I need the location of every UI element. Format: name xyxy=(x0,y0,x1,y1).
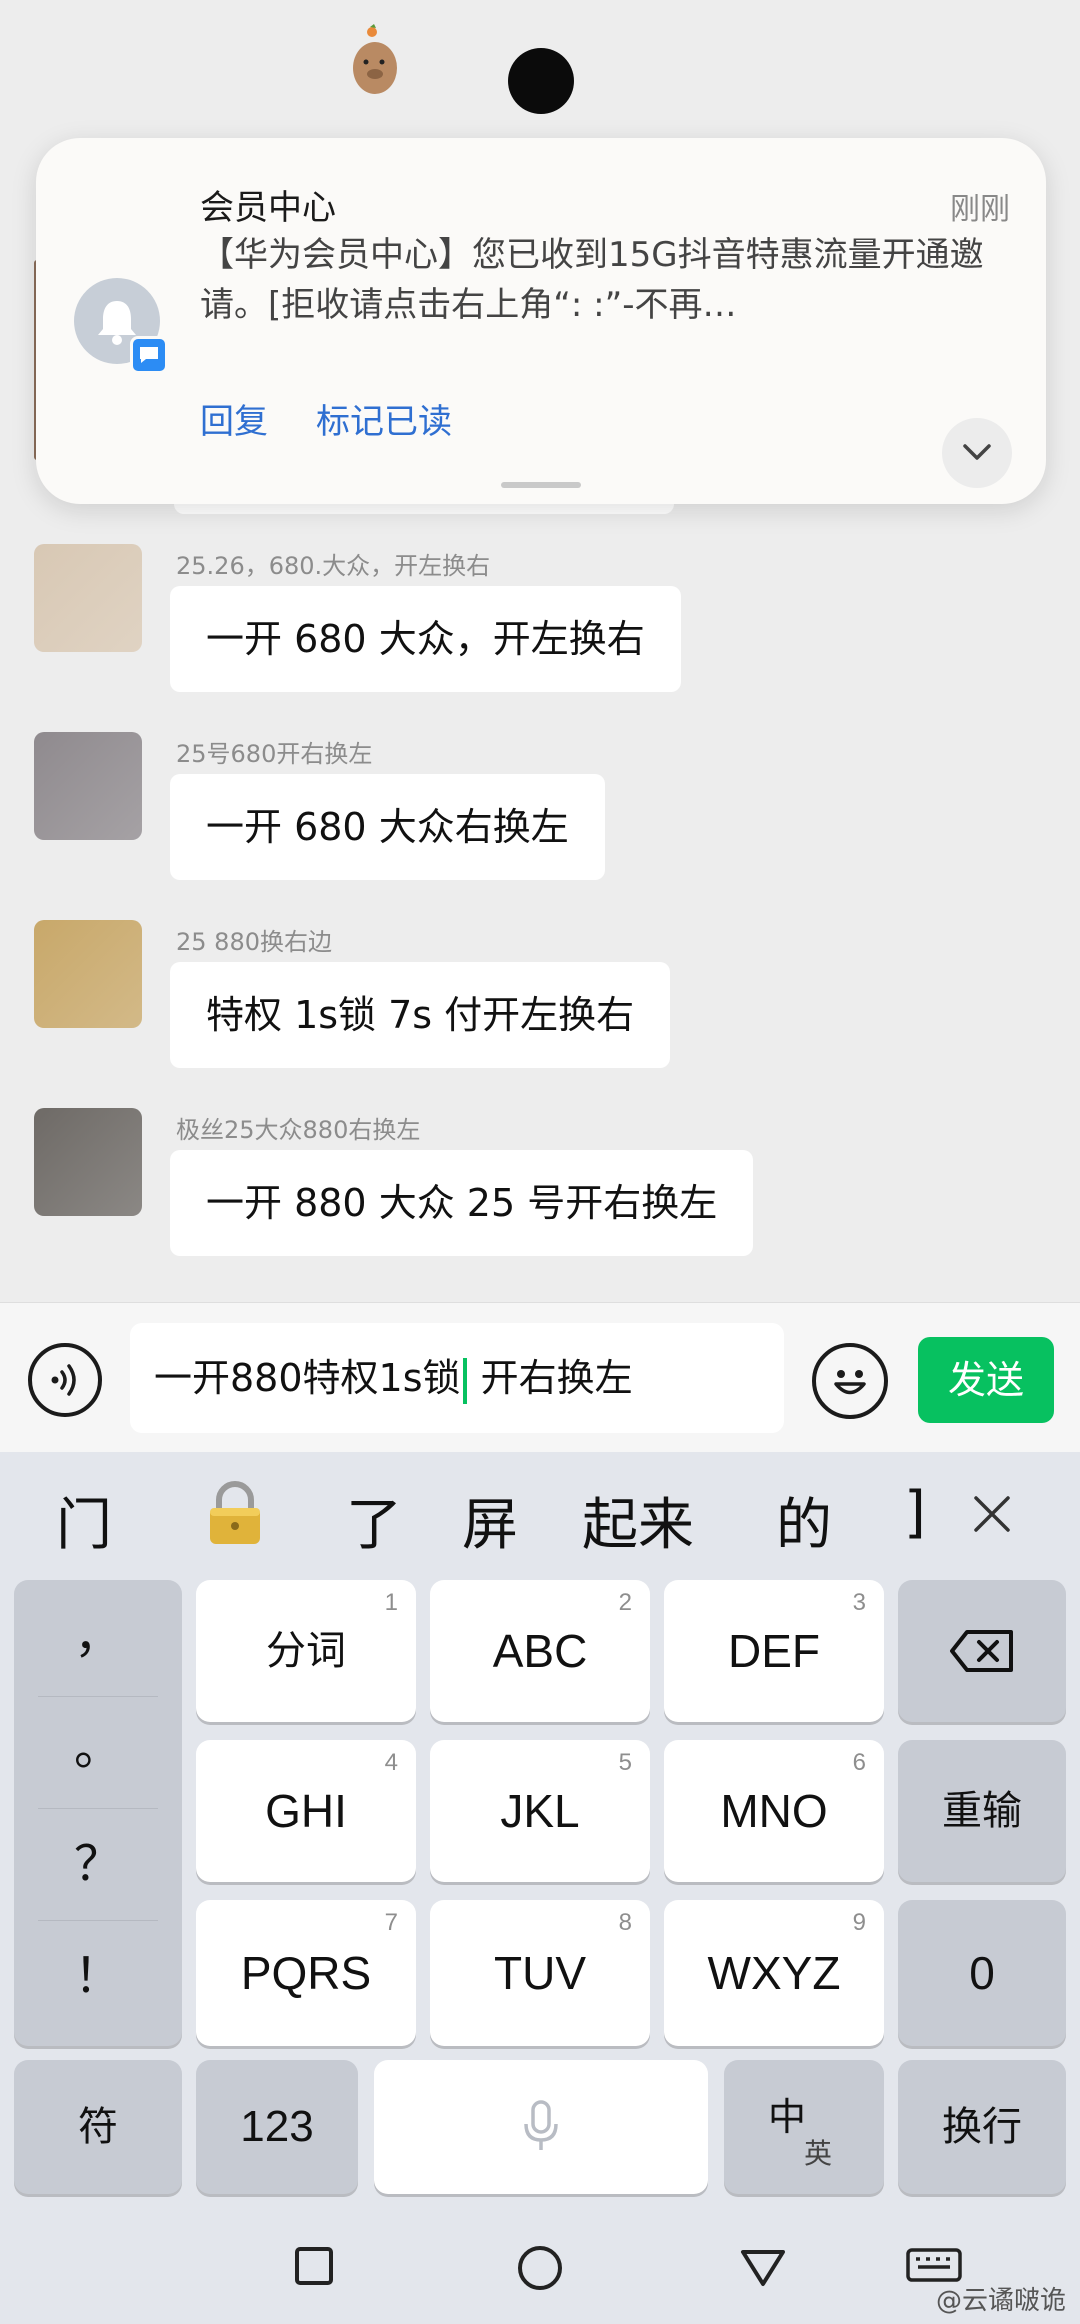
candidate-word[interactable]: 起来 xyxy=(582,1480,694,1561)
t9-key-label: GHI xyxy=(265,1785,347,1837)
t9-key-number: 6 xyxy=(852,1749,866,1776)
mascot-status-icon xyxy=(350,24,400,98)
voice-input-button[interactable] xyxy=(28,1343,102,1417)
avatar[interactable] xyxy=(34,920,142,1028)
send-button[interactable]: 发送 xyxy=(918,1337,1054,1423)
sender-nickname: 极丝25大众880右换左 xyxy=(176,1116,421,1144)
newline-key[interactable]: 换行 xyxy=(898,2060,1066,2194)
t9-key[interactable]: MNO 6 xyxy=(664,1740,884,1882)
smiley-icon xyxy=(834,1370,866,1395)
t9-key-label: WXYZ xyxy=(707,1947,841,1999)
numbers-key[interactable]: 123 xyxy=(196,2060,358,2194)
avatar[interactable] xyxy=(34,544,142,652)
watermark: @云谲啵诡 xyxy=(935,2286,1066,2316)
emoji-button[interactable] xyxy=(812,1343,888,1419)
t9-key[interactable]: TUV 8 xyxy=(430,1900,650,2046)
ime-keyboard: 门 了 屏 起来 的 ] ， 。 ？ ！ 分词 1 ABC 2 DEF 3 GHI 4 J xyxy=(0,1452,1080,2324)
mark-read-button[interactable]: 标记已读 xyxy=(316,394,452,443)
sender-nickname: 25.26，680.大众，开左换右 xyxy=(176,552,491,580)
backspace-icon xyxy=(950,1630,1013,1672)
t9-key-number: 3 xyxy=(852,1589,866,1616)
notification-title: 会员中心 xyxy=(200,188,336,228)
reenter-key[interactable]: 重输 xyxy=(898,1740,1066,1882)
t9-key[interactable]: PQRS 7 xyxy=(196,1900,416,2046)
home-icon[interactable] xyxy=(516,2244,564,2296)
avatar[interactable] xyxy=(34,1108,142,1216)
text-caret xyxy=(462,1357,467,1404)
expand-button[interactable] xyxy=(942,418,1012,488)
front-camera xyxy=(508,48,574,114)
t9-key-label: PQRS xyxy=(240,1947,372,1999)
voice-icon xyxy=(51,1364,76,1396)
message-bubble[interactable]: 特权 1s锁 7s 付开左换右 xyxy=(170,962,671,1068)
candidate-word[interactable]: 了 xyxy=(346,1480,402,1561)
t9-key-label: JKL xyxy=(500,1785,580,1837)
chevron-down-icon xyxy=(963,444,991,460)
t9-key[interactable]: JKL 5 xyxy=(430,1740,650,1882)
candidate-word[interactable]: 门 xyxy=(56,1480,112,1561)
back-icon[interactable] xyxy=(740,2248,786,2292)
input-bar: 一开880特权1s锁 开右换左 发送 xyxy=(0,1302,1080,1452)
lang-sub-label: 英 xyxy=(804,2138,833,2169)
notification-time: 刚刚 xyxy=(950,192,1010,227)
language-switch-key[interactable]: 中 英 xyxy=(724,2060,884,2194)
punct-key[interactable]: 。 xyxy=(14,1708,182,1778)
reply-button[interactable]: 回复 xyxy=(200,394,268,443)
lock-emoji-icon[interactable] xyxy=(204,1480,266,1550)
message-bubble[interactable]: 一开 880 大众 25 号开右换左 xyxy=(170,1150,754,1256)
t9-key-label: 分词 xyxy=(266,1629,346,1673)
punctuation-column[interactable]: ， 。 ？ ！ xyxy=(14,1580,182,2046)
punct-key[interactable]: ！ xyxy=(14,1936,182,2006)
symbols-key[interactable]: 符 xyxy=(14,2060,182,2194)
t9-key[interactable]: ABC 2 xyxy=(430,1580,650,1722)
t9-key-number: 1 xyxy=(384,1589,398,1616)
zero-key[interactable]: 0 xyxy=(898,1900,1066,2046)
lang-main-label: 中 xyxy=(768,2097,807,2139)
notification-handle[interactable] xyxy=(501,482,581,488)
t9-key-number: 5 xyxy=(618,1749,632,1776)
t9-key[interactable]: GHI 4 xyxy=(196,1740,416,1882)
avatar[interactable] xyxy=(34,732,142,840)
backspace-key[interactable] xyxy=(898,1580,1066,1722)
t9-key-number: 8 xyxy=(618,1909,632,1936)
sender-nickname: 25号680开右换左 xyxy=(176,740,373,768)
t9-key-label: ABC xyxy=(492,1625,588,1677)
candidate-word[interactable]: ] xyxy=(904,1480,926,1545)
space-voice-key[interactable] xyxy=(374,2060,708,2194)
recents-icon[interactable] xyxy=(294,2246,334,2290)
t9-key-number: 7 xyxy=(384,1909,398,1936)
notification-body: 【华为会员中心】您已收到15G抖音特惠流量开通邀请。[拒收请点击右上角“: :”… xyxy=(200,235,984,325)
candidate-word[interactable]: 屏 xyxy=(462,1480,518,1561)
message-bubble[interactable]: 一开 680 大众，开左换右 xyxy=(170,586,681,692)
t9-key[interactable]: DEF 3 xyxy=(664,1580,884,1722)
t9-key-label: MNO xyxy=(720,1785,828,1837)
notification-banner[interactable]: 会员中心 刚刚 【华为会员中心】您已收到15G抖音特惠流量开通邀请。[拒收请点击… xyxy=(36,138,1046,504)
t9-key-number: 4 xyxy=(384,1749,398,1776)
message-input[interactable]: 一开880特权1s锁 开右换左 xyxy=(130,1323,784,1433)
message-bubble[interactable]: 一开 680 大众右换左 xyxy=(170,774,605,880)
t9-key[interactable]: 分词 1 xyxy=(196,1580,416,1722)
input-text-after: 开右换左 xyxy=(468,1356,633,1400)
candidate-bar: 门 了 屏 起来 的 ] xyxy=(0,1452,1080,1572)
close-icon[interactable] xyxy=(972,1494,1012,1538)
t9-key[interactable]: WXYZ 9 xyxy=(664,1900,884,2046)
t9-key-label: DEF xyxy=(728,1625,820,1677)
message-app-icon xyxy=(130,336,168,374)
sender-nickname: 25 880换右边 xyxy=(176,928,332,956)
punct-key[interactable]: ？ xyxy=(14,1824,182,1894)
t9-key-number: 2 xyxy=(618,1589,632,1616)
t9-key-label: TUV xyxy=(494,1947,586,1999)
t9-key-number: 9 xyxy=(852,1909,866,1936)
punct-key[interactable]: ， xyxy=(14,1596,182,1666)
system-nav-bar xyxy=(0,2214,1080,2324)
microphone-icon xyxy=(524,2100,558,2150)
candidate-word[interactable]: 的 xyxy=(776,1480,832,1561)
input-text-before: 一开880特权1s锁 xyxy=(154,1356,461,1400)
